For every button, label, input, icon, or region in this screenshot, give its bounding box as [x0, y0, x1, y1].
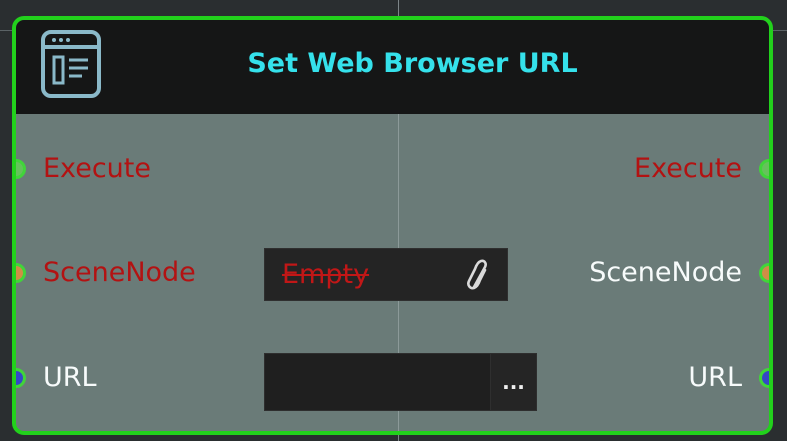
output-scenenode-label: SceneNode: [589, 257, 742, 288]
input-scenenode-label: SceneNode: [43, 257, 196, 288]
scenenode-asset-field[interactable]: Empty: [264, 248, 508, 301]
graph-canvas: Set Web Browser URL Execute SceneNode UR…: [0, 0, 787, 441]
url-field[interactable]: ...: [264, 353, 537, 411]
node-body: Execute SceneNode URL Execute SceneNode …: [16, 114, 769, 431]
output-scenenode-pin[interactable]: [759, 263, 769, 283]
output-url-label: URL: [688, 362, 742, 393]
set-web-browser-url-node[interactable]: Set Web Browser URL Execute SceneNode UR…: [12, 16, 773, 435]
node-header[interactable]: Set Web Browser URL: [16, 20, 769, 114]
output-execute-label: Execute: [634, 153, 742, 184]
paperclip-icon[interactable]: [467, 259, 491, 291]
output-url-pin[interactable]: [759, 368, 769, 388]
input-execute-pin[interactable]: [16, 159, 26, 179]
output-execute-pin[interactable]: [759, 159, 769, 179]
input-url-pin[interactable]: [16, 368, 26, 388]
scenenode-empty-value: Empty: [282, 259, 370, 290]
input-scenenode-pin[interactable]: [16, 263, 26, 283]
url-ellipsis-button[interactable]: ...: [490, 354, 536, 410]
node-title: Set Web Browser URL: [247, 48, 578, 79]
input-execute-label: Execute: [43, 153, 151, 184]
url-input[interactable]: [265, 354, 491, 410]
input-url-label: URL: [43, 362, 97, 393]
